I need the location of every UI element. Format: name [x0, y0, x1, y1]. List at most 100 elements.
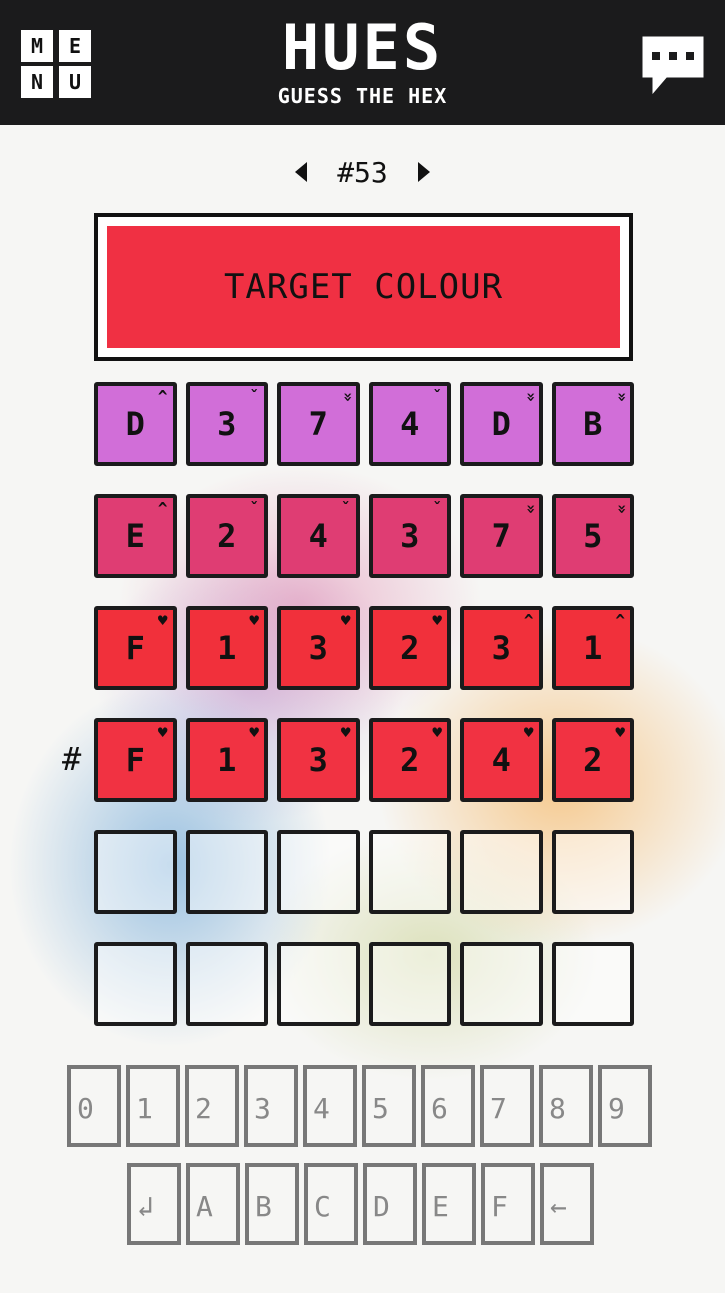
guess-tile: 1 ♥ — [185, 718, 268, 802]
higher-icon: ^ — [523, 611, 534, 630]
key-0[interactable]: 0 — [67, 1065, 121, 1147]
keyboard-row-digits: 0123456789 — [67, 1065, 659, 1147]
tile-character: 2 — [400, 741, 420, 779]
empty-tile — [185, 830, 268, 914]
guess-tile: 2 ♥ — [368, 606, 451, 690]
guess-row: E ^ 2 ˇ 4 ˇ 3 ˇ 7» 5» — [94, 494, 634, 578]
higher-icon: ^ — [157, 387, 168, 406]
keyboard-row-letters: ↲ A B C D E F ← — [67, 1163, 659, 1245]
empty-tile — [460, 942, 543, 1026]
heart-icon: ♥ — [340, 611, 351, 630]
tile-character: 2 — [217, 517, 237, 555]
key-3[interactable]: 3 — [244, 1065, 298, 1147]
key-1[interactable]: 1 — [126, 1065, 180, 1147]
lower-icon: ˇ — [249, 499, 259, 518]
heart-icon: ♥ — [340, 723, 351, 742]
much-lower-icon: » — [338, 392, 358, 402]
much-lower-icon: » — [521, 504, 541, 514]
guess-tile: 7» — [277, 382, 360, 466]
key-6[interactable]: 6 — [421, 1065, 475, 1147]
guess-tile: 3ˇ — [368, 494, 451, 578]
speech-bubble-icon[interactable] — [640, 36, 706, 94]
tile-character: 4 — [491, 741, 511, 779]
tile-character: 1 — [217, 629, 237, 667]
tile-character: E — [125, 517, 145, 555]
lower-icon: ˇ — [432, 387, 442, 406]
much-lower-icon: » — [521, 392, 541, 402]
tile-character: 4 — [400, 405, 420, 443]
guess-tile: 3 ♥ — [277, 606, 360, 690]
hash-prefix: # — [62, 740, 82, 778]
key-8[interactable]: 8 — [539, 1065, 593, 1147]
triangle-right-icon[interactable] — [416, 160, 432, 184]
guess-tile: F ♥ — [94, 718, 177, 802]
puzzle-number: #53 — [337, 155, 388, 189]
key-a[interactable]: A — [186, 1163, 240, 1245]
key-c[interactable]: C — [304, 1163, 358, 1245]
empty-row — [94, 830, 634, 914]
guess-tile: D» — [460, 382, 543, 466]
guess-tile: 4ˇ — [277, 494, 360, 578]
app-title: HUES — [281, 11, 444, 84]
guess-tile: B» — [551, 382, 634, 466]
much-lower-icon: » — [613, 504, 633, 514]
tile-character: 4 — [308, 517, 328, 555]
guess-tile: 2 ♥ — [368, 718, 451, 802]
tile-character: 7 — [308, 405, 328, 443]
key-e[interactable]: E — [422, 1163, 476, 1245]
backspace-key[interactable]: ← — [540, 1163, 594, 1245]
empty-tile — [94, 830, 177, 914]
tile-character: 2 — [583, 741, 603, 779]
tile-character: 3 — [308, 629, 328, 667]
tile-character: D — [491, 405, 511, 443]
heart-icon: ♥ — [157, 611, 168, 630]
heart-icon: ♥ — [615, 723, 625, 742]
heart-icon: ♥ — [432, 723, 442, 742]
key-b[interactable]: B — [245, 1163, 299, 1245]
guess-tile: 1 ^ — [551, 606, 634, 690]
triangle-left-icon[interactable] — [293, 160, 309, 184]
tile-character: 3 — [491, 629, 511, 667]
tile-character: 1 — [217, 741, 237, 779]
guess-row: D ^ 3 ˇ 7» 4 ˇ D» B» — [94, 382, 634, 466]
tile-character: 3 — [217, 405, 237, 443]
lower-icon: ˇ — [340, 499, 351, 518]
key-5[interactable]: 5 — [362, 1065, 416, 1147]
hex-keyboard: 0123456789 ↲ A B C D E F ← — [67, 1065, 659, 1261]
guess-row: F ♥ 1 ♥ 3 ♥ 2 ♥ 3 ^ 1 ^ — [94, 606, 634, 690]
guess-tile: D ^ — [94, 382, 177, 466]
lower-icon: ˇ — [249, 387, 259, 406]
key-4[interactable]: 4 — [303, 1065, 357, 1147]
key-f[interactable]: F — [481, 1163, 535, 1245]
key-d[interactable]: D — [363, 1163, 417, 1245]
empty-tile — [460, 830, 543, 914]
guess-tile: 5» — [551, 494, 634, 578]
enter-key[interactable]: ↲ — [127, 1163, 181, 1245]
guess-tile: 3 ^ — [460, 606, 543, 690]
tile-character: 3 — [308, 741, 328, 779]
key-7[interactable]: 7 — [480, 1065, 534, 1147]
empty-tile — [94, 942, 177, 1026]
guess-grid: D ^ 3 ˇ 7» 4 ˇ D» B» E ^ 2 ˇ 4 ˇ 3 ˇ 7» 5» F ♥ 1 ♥ 3 ♥ 2 ♥ 3 ^ 1 ^ # F ♥ 1… — [62, 382, 634, 1054]
guess-tile: E ^ — [94, 494, 177, 578]
tile-character: 3 — [400, 517, 420, 555]
empty-tile — [368, 942, 451, 1026]
target-colour-label: TARGET COLOUR — [223, 267, 504, 307]
target-colour-swatch: TARGET COLOUR — [107, 226, 620, 348]
guess-tile: 4 ♥ — [460, 718, 543, 802]
heart-icon: ♥ — [523, 723, 534, 742]
empty-tile — [185, 942, 268, 1026]
app-subtitle: GUESS THE HEX — [277, 84, 448, 108]
empty-tile — [368, 830, 451, 914]
key-9[interactable]: 9 — [598, 1065, 652, 1147]
guess-tile: 4ˇ — [368, 382, 451, 466]
much-lower-icon: » — [613, 392, 633, 402]
guess-tile: 1 ♥ — [185, 606, 268, 690]
heart-icon: ♥ — [432, 611, 442, 630]
target-colour-panel: TARGET COLOUR — [94, 213, 633, 361]
guess-tile: 2 ♥ — [551, 718, 634, 802]
key-2[interactable]: 2 — [185, 1065, 239, 1147]
guess-tile: 3 ♥ — [277, 718, 360, 802]
app-header: M E N U HUES GUESS THE HEX — [0, 0, 725, 125]
tile-character: 1 — [583, 629, 603, 667]
